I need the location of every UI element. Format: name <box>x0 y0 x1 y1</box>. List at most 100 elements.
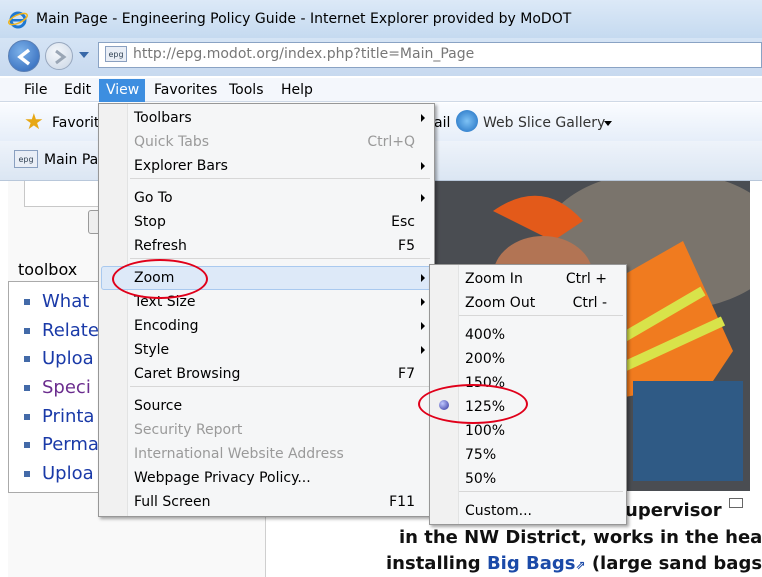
submenu-arrow-icon <box>421 298 425 306</box>
chevron-down-icon[interactable] <box>604 121 612 126</box>
resize-icon[interactable] <box>729 498 743 508</box>
menu-tools[interactable]: Tools <box>229 82 264 98</box>
view-menu-item-label: Security Report <box>134 422 243 438</box>
view-menu-item[interactable]: Source <box>98 394 435 418</box>
zoom-menu-item-label: 50% <box>465 471 497 487</box>
window-title: Main Page - Engineering Policy Guide - I… <box>36 11 572 27</box>
back-button[interactable] <box>8 40 40 72</box>
menu-favorites[interactable]: Favorites <box>154 82 217 98</box>
view-menu-item-label: Full Screen <box>134 494 211 510</box>
submenu-arrow-icon <box>421 346 425 354</box>
view-menu-item-shortcut: Ctrl+Q <box>367 134 415 150</box>
menu-separator <box>130 258 430 259</box>
toolbox-link[interactable]: What <box>24 291 89 312</box>
submenu-arrow-icon <box>421 274 425 282</box>
menu-separator <box>130 178 430 179</box>
caption-line-2: in the NW District, works in the heat <box>399 527 762 548</box>
zoom-menu-item-label: 200% <box>465 351 506 367</box>
tab-main-page[interactable]: Main Pa <box>44 152 98 168</box>
view-menu-item[interactable]: Stop Esc <box>98 210 435 234</box>
zoom-menu-item-label: 400% <box>465 327 506 343</box>
view-menu-item-shortcut: F7 <box>398 366 415 382</box>
view-menu-item[interactable]: Quick Tabs Ctrl+Q <box>98 130 435 154</box>
view-menu-item[interactable]: Explorer Bars <box>98 154 435 178</box>
view-menu-item[interactable]: Style <box>98 338 435 362</box>
submenu-arrow-icon <box>421 194 425 202</box>
site-favicon-icon: epg <box>105 46 127 62</box>
radio-selected-icon <box>439 400 449 410</box>
menu-edit[interactable]: Edit <box>64 82 91 98</box>
zoom-menu-item[interactable]: Zoom In Ctrl + <box>429 267 627 291</box>
menu-help[interactable]: Help <box>281 82 313 98</box>
view-menu-item-label: Stop <box>134 214 166 230</box>
view-menu-item-shortcut: F11 <box>389 494 415 510</box>
view-menu-item[interactable]: Caret Browsing F7 <box>98 362 435 386</box>
caption-line-3: installing Big Bags⇗ (large sand bags <box>386 553 762 574</box>
zoom-menu-item-label: 75% <box>465 447 497 463</box>
view-menu-item-label: Webpage Privacy Policy... <box>134 470 311 486</box>
ie-logo-icon <box>8 9 28 29</box>
menu-separator <box>459 491 623 492</box>
tab-favicon-icon: epg <box>14 150 38 168</box>
url-text: http://epg.modot.org/index.php?title=Mai… <box>133 46 475 62</box>
view-menu-item-label: Explorer Bars <box>134 158 228 174</box>
view-menu-item-label: Source <box>134 398 183 414</box>
submenu-arrow-icon <box>421 322 425 330</box>
view-menu-item[interactable]: Encoding <box>98 314 435 338</box>
zoom-menu-item-shortcut: Ctrl - <box>572 295 607 311</box>
back-icon <box>17 48 31 66</box>
mail-label[interactable]: ail <box>434 115 450 131</box>
toolbox-link[interactable]: Perma <box>24 434 99 455</box>
caption-line-1: upervisor <box>625 500 722 521</box>
zoom-menu-item-label: Zoom Out <box>465 295 536 311</box>
zoom-menu-item[interactable]: Custom... <box>429 499 627 523</box>
view-menu-item-label: Go To <box>134 190 173 206</box>
menu-separator <box>459 315 623 316</box>
toolbox-link[interactable]: Uploa <box>24 463 94 484</box>
recent-pages-dropdown[interactable] <box>79 52 89 58</box>
view-menu-item[interactable]: Go To <box>98 186 435 210</box>
toolbox-title: toolbox <box>18 260 78 279</box>
view-menu-item-label: Style <box>134 342 170 358</box>
toolbox-link[interactable]: Printa <box>24 406 94 427</box>
view-menu-item[interactable]: International Website Address <box>98 442 435 466</box>
view-menu-item-shortcut: F5 <box>398 238 415 254</box>
view-menu-item-label: Quick Tabs <box>134 134 210 150</box>
submenu-arrow-icon <box>421 114 425 122</box>
toolbox-link[interactable]: Speci <box>24 377 91 398</box>
view-menu-item-label: Encoding <box>134 318 199 334</box>
zoom-menu-item-shortcut: Ctrl + <box>565 271 607 287</box>
view-menu-item[interactable]: Toolbars <box>98 106 435 130</box>
star-icon[interactable]: ★ <box>24 110 44 135</box>
zoom-menu-item[interactable]: 75% <box>429 443 627 467</box>
view-menu-item-label: International Website Address <box>134 446 344 462</box>
big-bags-link[interactable]: Big Bags <box>487 553 576 574</box>
view-menu-item-label: Caret Browsing <box>134 366 241 382</box>
web-slice-gallery-link[interactable]: Web Slice Gallery <box>483 115 605 131</box>
menu-view[interactable]: View <box>106 82 139 98</box>
toolbox-link[interactable]: Uploa <box>24 348 94 369</box>
forward-button[interactable] <box>45 42 73 70</box>
zoom-menu-item-label: Zoom In <box>465 271 523 287</box>
web-slice-icon <box>456 110 478 132</box>
title-bar: Main Page - Engineering Policy Guide - I… <box>0 0 762 38</box>
toolbox-link[interactable]: Relate <box>24 320 99 341</box>
zoom-menu-item-label: Custom... <box>465 503 532 519</box>
view-menu-item[interactable]: Security Report <box>98 418 435 442</box>
zoom-125-annotation-circle <box>418 384 528 424</box>
view-menu-item[interactable]: Full Screen F11 <box>98 490 435 514</box>
view-menu-item-shortcut: Esc <box>391 214 415 230</box>
zoom-menu-item[interactable]: 200% <box>429 347 627 371</box>
favorites-button[interactable]: Favorit <box>52 115 99 131</box>
view-menu-item[interactable]: Refresh F5 <box>98 234 435 258</box>
zoom-annotation-circle <box>112 259 208 299</box>
submenu-arrow-icon <box>421 162 425 170</box>
zoom-menu-item[interactable]: 50% <box>429 467 627 491</box>
view-menu-item[interactable]: Webpage Privacy Policy... <box>98 466 435 490</box>
zoom-menu-item[interactable]: 400% <box>429 323 627 347</box>
zoom-menu-item[interactable]: Zoom Out Ctrl - <box>429 291 627 315</box>
menu-file[interactable]: File <box>24 82 47 98</box>
menu-separator <box>130 386 430 387</box>
view-menu-item-label: Refresh <box>134 238 187 254</box>
forward-icon <box>55 49 67 65</box>
